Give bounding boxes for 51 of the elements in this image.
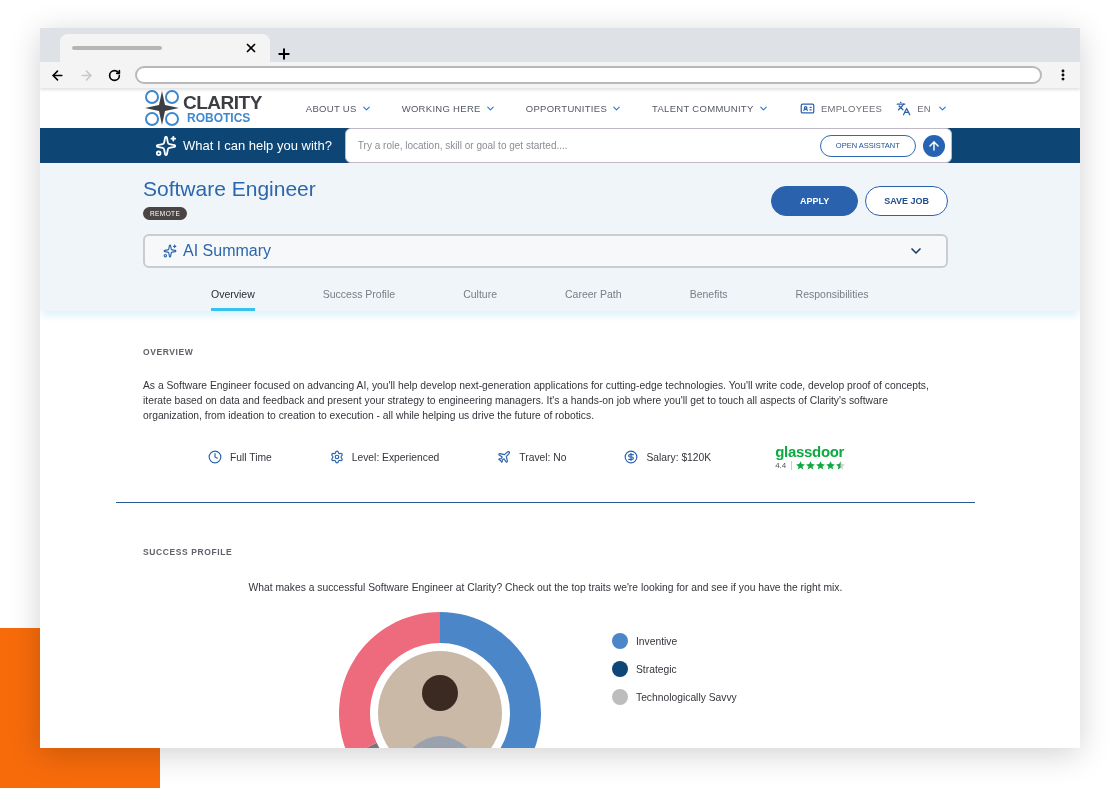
star-icon	[826, 461, 836, 470]
job-fact: Salary: $120K	[646, 451, 712, 463]
overview-paragraph: As a Software Engineer focused on advancing AI, you'll help develop next-generation applications for cutting-edge technologies. You'll write code, develop proof of concepts, iterate based on data and feedback and present your strategy to engineering managers. It's a hands-on job where you'll get to touch all aspects of Clarity's software organization, from ideation to creation to execution - all while helping us drive the future of robotics.	[143, 379, 930, 423]
section-heading: OVERVIEW	[143, 347, 195, 357]
logo-icon	[143, 88, 181, 128]
logo-subtitle: ROBOTICS	[187, 111, 252, 124]
glassdoor-logo: glassdoor	[775, 444, 845, 459]
clock-icon	[208, 450, 222, 464]
close-icon[interactable]	[244, 41, 258, 55]
employees-link[interactable]: EMPLOYEES	[799, 100, 883, 116]
success-profile-intro: What makes a successful Software Engineer at Clarity? Check out the top traits we're looking for and see if you have the right mix.	[247, 582, 844, 593]
nav-menu-item[interactable]: WORKING HERE	[401, 102, 496, 114]
sparkles-icon	[155, 134, 177, 157]
airplane-icon	[497, 450, 512, 464]
legend-label: Technologically Savvy	[636, 691, 737, 703]
section-tab[interactable]: Culture	[463, 288, 497, 311]
language-selector[interactable]: EN	[896, 100, 948, 116]
legend-label: Strategic	[636, 663, 677, 675]
logo-wordmark: CLARITY	[183, 92, 262, 112]
reload-icon[interactable]	[108, 68, 121, 82]
section-heading: SUCCESS PROFILE	[143, 547, 234, 557]
id-card-icon	[799, 100, 815, 116]
legend-label: Inventive	[636, 635, 678, 647]
section-tab[interactable]: Success Profile	[322, 288, 396, 311]
star-icon	[806, 461, 816, 470]
ai-summary-accordion[interactable]: AI Summary	[143, 234, 948, 268]
save-job-button[interactable]: SAVE JOB	[865, 186, 948, 216]
new-tab-icon[interactable]	[276, 46, 292, 62]
nav-menu-item[interactable]: ABOUT US	[305, 102, 372, 114]
star-icon	[796, 461, 806, 470]
star-icon	[836, 461, 846, 470]
section-tab[interactable]: Responsibilities	[795, 288, 869, 311]
job-fact: Travel: No	[519, 451, 567, 463]
dollar-icon	[624, 450, 639, 464]
translate-icon	[896, 100, 912, 116]
job-title: Software Engineer	[143, 177, 316, 201]
nav-menu-item[interactable]: TALENT COMMUNITY	[652, 102, 769, 114]
nav-menu-item[interactable]: OPPORTUNITIES	[525, 102, 623, 114]
gear-icon	[329, 450, 344, 464]
job-fact: Level: Experienced	[351, 451, 440, 463]
sparkles-icon	[163, 244, 177, 258]
assistant-prompt: What I can help you with?	[183, 138, 332, 153]
rating-score: 4.4	[775, 461, 787, 470]
star-icon	[816, 461, 826, 470]
section-tab[interactable]: Overview	[211, 288, 255, 311]
back-icon[interactable]	[50, 67, 65, 83]
section-tab[interactable]: Career Path	[565, 288, 622, 311]
send-button[interactable]	[922, 134, 945, 157]
apply-button[interactable]: APPLY	[770, 186, 859, 216]
section-tab[interactable]: Benefits	[689, 288, 728, 311]
job-fact: Full Time	[230, 451, 272, 463]
